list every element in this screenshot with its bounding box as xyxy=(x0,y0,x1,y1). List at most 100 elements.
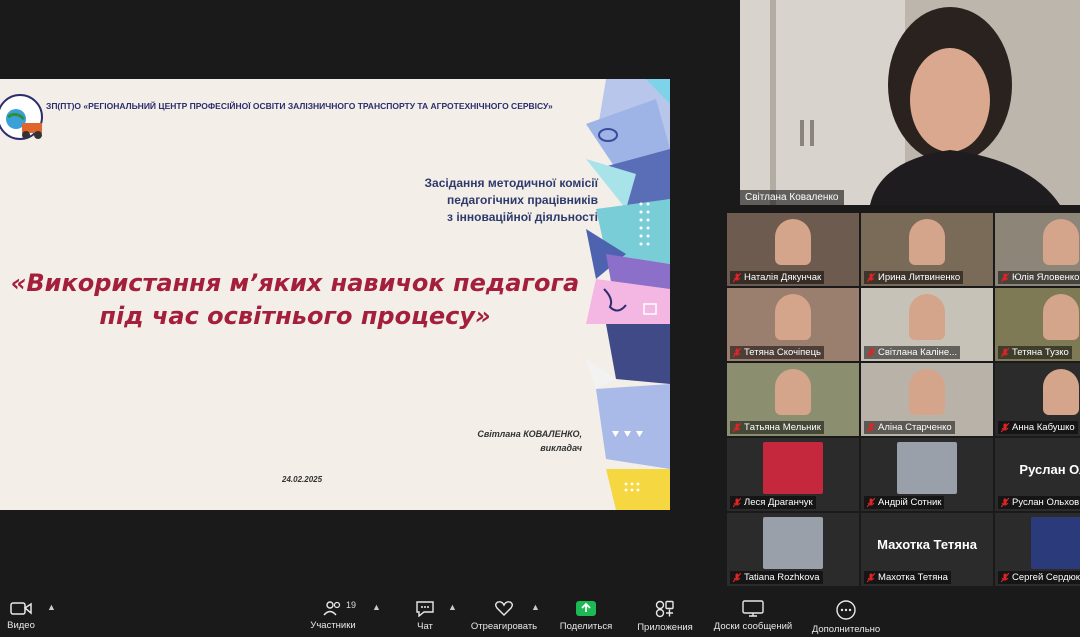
participant-name-tag: Наталія Дякунчак xyxy=(730,271,825,284)
participant-video xyxy=(775,219,811,265)
mic-muted-icon xyxy=(1001,497,1009,507)
college-logo xyxy=(0,94,43,140)
whiteboards-button[interactable]: Доски сообщений xyxy=(707,590,799,637)
participant-video xyxy=(909,369,945,415)
participant-name: Світлана Каліне... xyxy=(878,347,958,358)
meeting-line-1: Засідання методичної комісії xyxy=(424,176,598,190)
apps-button[interactable]: Приложения xyxy=(630,590,700,637)
participant-video xyxy=(909,219,945,265)
whiteboard-icon xyxy=(742,600,764,617)
participant-name-tag: Юлія Яловенко xyxy=(998,271,1080,284)
react-options-caret[interactable]: ▲ xyxy=(531,602,540,612)
participant-name: Тетяна Скочіпець xyxy=(744,347,821,358)
meeting-line-3: з інноваційної діяльності xyxy=(447,210,598,224)
title-line-1: «Використання м’яких навичок педагога xyxy=(10,269,580,297)
mic-muted-icon xyxy=(867,347,875,357)
participant-tile[interactable]: Тaтьяна Мельник xyxy=(727,363,859,436)
title-line-2: під час освітнього процесу» xyxy=(99,302,491,330)
participant-name: Тетяна Тузко xyxy=(1012,347,1069,358)
participant-name: Махотка Тетяна xyxy=(878,572,948,583)
participant-name-tag: Ирина Литвиненко xyxy=(864,271,964,284)
participant-name-tag: Анна Кабушко xyxy=(998,421,1078,434)
participant-tile[interactable]: Анна Кабушко xyxy=(995,363,1080,436)
participants-icon xyxy=(323,601,341,616)
more-label: Дополнительно xyxy=(811,624,881,635)
participants-button[interactable]: Участники xyxy=(303,590,363,637)
participant-display-name: Махотка Тетяна xyxy=(877,537,977,552)
chat-button[interactable]: Чат xyxy=(410,590,440,637)
chat-bubble-icon xyxy=(416,601,434,617)
chat-label: Чат xyxy=(417,621,433,632)
participant-tile[interactable]: Ирина Литвиненко xyxy=(861,213,993,286)
participant-video xyxy=(763,517,823,569)
mic-muted-icon xyxy=(733,347,741,357)
more-options-icon xyxy=(836,600,856,620)
participant-video xyxy=(775,369,811,415)
participant-tile[interactable]: Андрій Сотник xyxy=(861,438,993,511)
participant-video xyxy=(1043,219,1079,265)
participant-video xyxy=(897,442,957,494)
video-button[interactable]: Видео xyxy=(6,590,36,637)
participant-name-tag: Сергей Сердюк xyxy=(998,571,1080,584)
participant-name-tag: Аліна Старченко xyxy=(864,421,955,434)
participant-name: Андрій Сотник xyxy=(878,497,942,508)
participant-name: Руслан Ольхов xyxy=(1012,497,1080,508)
video-label: Видео xyxy=(7,620,35,631)
participant-name: Наталія Дякунчак xyxy=(744,272,822,283)
whiteboards-label: Доски сообщений xyxy=(713,621,793,632)
participant-tile[interactable]: Руслан Ольх Руслан Ольхов xyxy=(995,438,1080,511)
share-screen-label: Поделиться xyxy=(559,621,613,632)
participant-tile[interactable]: Світлана Каліне... xyxy=(861,288,993,361)
meeting-title: Засідання методичної комісії педагогічни… xyxy=(425,175,598,226)
mic-muted-icon xyxy=(1001,272,1009,282)
participant-name: Тaтьяна Мельник xyxy=(744,422,821,433)
mic-muted-icon xyxy=(1001,572,1009,582)
mic-muted-icon xyxy=(1001,347,1009,357)
more-button[interactable]: Дополнительно xyxy=(806,590,886,637)
participant-tile[interactable]: Тетяна Скочіпець xyxy=(727,288,859,361)
speaker-name-tag: Світлана Коваленко xyxy=(740,190,844,205)
mic-muted-icon xyxy=(733,422,741,432)
mic-muted-icon xyxy=(867,422,875,432)
mic-muted-icon xyxy=(867,572,875,582)
react-button[interactable]: Отреагировать xyxy=(466,590,542,637)
mic-muted-icon xyxy=(733,497,741,507)
participants-label: Участники xyxy=(310,620,356,631)
participant-tile[interactable]: Аліна Старченко xyxy=(861,363,993,436)
participant-name-tag: Леся Драганчук xyxy=(730,496,816,509)
organization-name: ЗП(ПТ)О «РЕГІОНАЛЬНИЙ ЦЕНТР ПРОФЕСІЙНОЇ … xyxy=(46,101,553,111)
participant-name: Ирина Литвиненко xyxy=(878,272,961,283)
presentation-date: 24.02.2025 xyxy=(282,475,323,484)
participant-name-tag: Світлана Каліне... xyxy=(864,346,961,359)
participant-name: Tatiana Rozhkova xyxy=(744,572,820,583)
participant-tile[interactable]: Махотка Тетяна Махотка Тетяна xyxy=(861,513,993,586)
participant-tile[interactable]: Юлія Яловенко xyxy=(995,213,1080,286)
participants-count: 19 xyxy=(346,600,357,610)
mic-muted-icon xyxy=(1001,422,1009,432)
chat-options-caret[interactable]: ▲ xyxy=(448,602,457,612)
shared-slide: ЗП(ПТ)О «РЕГІОНАЛЬНИЙ ЦЕНТР ПРОФЕСІЙНОЇ … xyxy=(0,79,670,510)
presentation-title: «Використання м’яких навичок педагога пі… xyxy=(0,267,600,333)
participant-video xyxy=(763,442,823,494)
share-screen-button[interactable]: Поделиться xyxy=(556,590,616,637)
participant-tile[interactable]: Tatiana Rozhkova xyxy=(727,513,859,586)
active-speaker-video[interactable]: Світлана Коваленко xyxy=(740,0,1080,205)
participant-tile[interactable]: Тетяна Тузко xyxy=(995,288,1080,361)
author-block: Світлана КОВАЛЕНКО, викладач xyxy=(477,427,582,455)
participants-options-caret[interactable]: ▲ xyxy=(372,602,381,612)
mic-muted-icon xyxy=(733,272,741,282)
video-options-caret[interactable]: ▲ xyxy=(47,602,56,612)
participant-tile[interactable]: Наталія Дякунчак xyxy=(727,213,859,286)
participant-name-tag: Tatiana Rozhkova xyxy=(730,571,823,584)
participant-tile[interactable]: Леся Драганчук xyxy=(727,438,859,511)
participant-name-tag: Тaтьяна Мельник xyxy=(730,421,824,434)
participant-name: Леся Драганчук xyxy=(744,497,813,508)
mic-muted-icon xyxy=(867,272,875,282)
apps-label: Приложения xyxy=(637,622,693,633)
participant-video xyxy=(775,294,811,340)
participant-display-name: Руслан Ольх xyxy=(1019,462,1080,477)
participant-tile[interactable]: Сергей Сердюк xyxy=(995,513,1080,586)
participant-name: Анна Кабушко xyxy=(1012,422,1075,433)
participant-video xyxy=(1043,369,1079,415)
participant-name-tag: Руслан Ольхов xyxy=(998,496,1080,509)
